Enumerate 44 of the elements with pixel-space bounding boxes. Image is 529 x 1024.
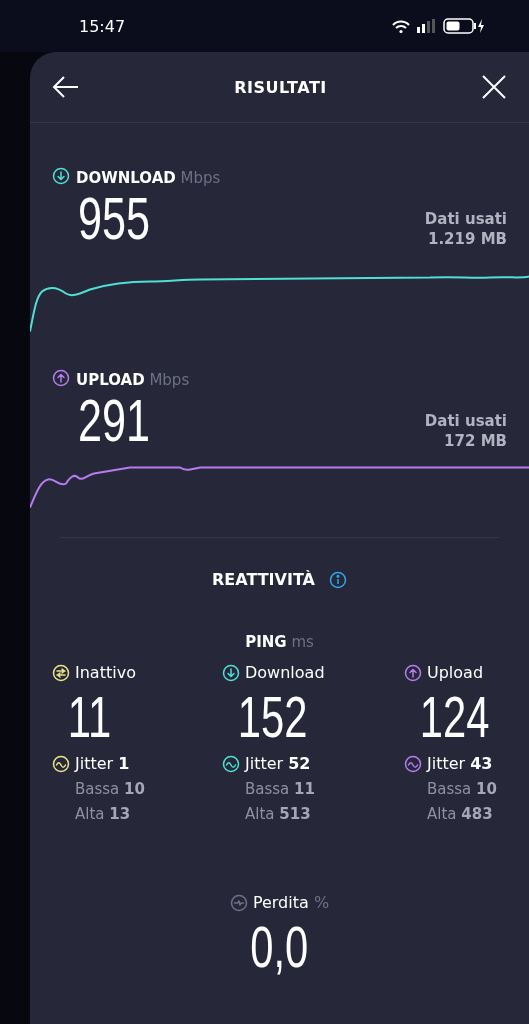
loss-icon	[229, 893, 248, 912]
speed-value: 291	[78, 391, 151, 451]
ping-value: 124	[418, 688, 491, 746]
status-time: 15:47	[79, 16, 126, 36]
back-button[interactable]	[52, 75, 80, 99]
jitter-text: Jitter 1	[75, 754, 130, 773]
download-icon	[52, 167, 70, 185]
speed-label: UPLOAD Mbps	[76, 371, 190, 389]
loss-label: Perdita %	[252, 893, 330, 912]
ping-value: 152	[236, 688, 309, 746]
wave-icon	[404, 754, 422, 773]
high-text: Alta 513	[244, 805, 312, 823]
low-text: Bassa 10	[74, 780, 146, 798]
upload-icon	[404, 663, 422, 682]
wave-icon	[222, 754, 240, 773]
arrows-icon	[52, 663, 70, 682]
loss-value: 0,0	[250, 918, 309, 976]
ping-type-label: Inattivo	[75, 663, 136, 682]
ping-label: PING ms	[244, 633, 315, 651]
section-title: REATTIVITÀ	[212, 570, 315, 589]
speed-value: 955	[78, 189, 151, 249]
data-used-label: Dati usati	[424, 208, 507, 229]
ping-value: 11	[66, 688, 113, 746]
jitter-text: Jitter 52	[245, 754, 311, 773]
screen-title: RISULTATI	[234, 77, 327, 97]
high-text: Alta 13	[74, 805, 132, 823]
wave-icon	[52, 754, 70, 773]
data-used-value: 1.219 MB	[426, 228, 507, 249]
data-used-label: Dati usati	[424, 410, 507, 431]
wifi-icon	[391, 18, 411, 34]
data-used-value: 172 MB	[443, 430, 507, 451]
speed-label: DOWNLOAD Mbps	[76, 169, 221, 187]
battery-icon	[443, 18, 485, 34]
signal-icon	[417, 19, 437, 33]
low-text: Bassa 10	[426, 780, 498, 798]
jitter-text: Jitter 43	[427, 754, 493, 773]
low-text: Bassa 11	[244, 780, 316, 798]
close-button[interactable]	[481, 74, 507, 100]
upload-icon	[52, 369, 70, 387]
ping-type-label: Upload	[427, 663, 484, 682]
download-icon	[222, 663, 240, 682]
info-icon[interactable]	[328, 570, 347, 589]
high-text: Alta 483	[426, 805, 494, 823]
ping-type-label: Download	[245, 663, 325, 682]
